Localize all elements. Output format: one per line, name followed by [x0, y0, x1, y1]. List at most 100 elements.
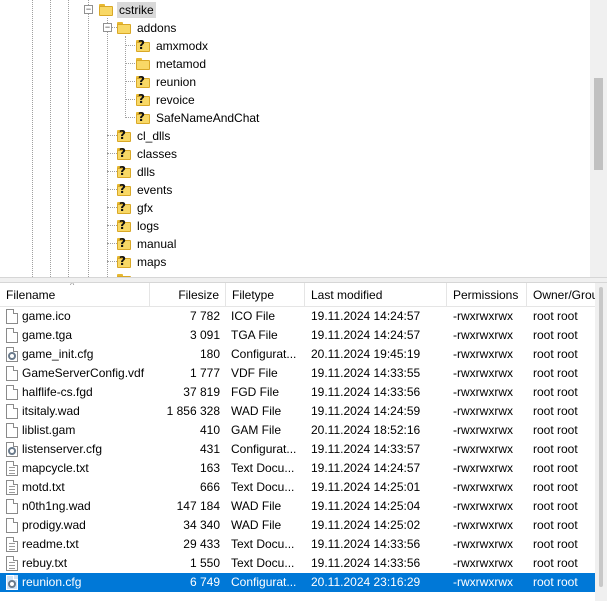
tree-node-gfx[interactable]: ? gfx	[116, 199, 155, 217]
file-type: Text Docu...	[231, 461, 295, 475]
tree-node-classes[interactable]: ? classes	[116, 145, 179, 163]
file-row[interactable]: n0th1ng.wad 147 184 WAD File 19.11.2024 14:…	[0, 497, 595, 516]
file-row[interactable]: game_init.cfg 180 Configurat... 20.11.2024 …	[0, 345, 595, 364]
tree-branch	[125, 117, 135, 118]
file-row[interactable]: game.ico 7 782 ICO File 19.11.2024 14:24:57…	[0, 307, 595, 326]
file-name: game.ico	[22, 309, 71, 323]
file-row[interactable]: listenserver.cfg 431 Configurat... 19.11.20…	[0, 440, 595, 459]
file-owner: root root	[533, 480, 578, 494]
file-type: VDF File	[231, 366, 278, 380]
file-name: GameServerConfig.vdf	[22, 366, 145, 380]
tree-node-label: classes	[137, 147, 178, 161]
file-type: Text Docu...	[231, 556, 295, 570]
folder-open-icon	[98, 3, 114, 17]
file-row[interactable]: liblist.gam 410 GAM File 20.11.2024 18:52:1…	[0, 421, 595, 440]
file-modified: 19.11.2024 14:24:57	[311, 328, 421, 342]
tree-node-metamod[interactable]: metamod	[135, 55, 208, 73]
tree-node-label: dlls	[137, 165, 156, 179]
file-owner: root root	[533, 518, 578, 532]
file-owner: root root	[533, 385, 578, 399]
column-permissions[interactable]: Permissions	[447, 283, 527, 307]
file-modified: 19.11.2024 14:33:56	[311, 385, 421, 399]
file-list-scroll-thumb[interactable]	[599, 287, 603, 587]
file-name: game_init.cfg	[22, 347, 94, 361]
tree-node-safenameandchat[interactable]: ? SafeNameAndChat	[135, 109, 261, 127]
folder-open-icon	[116, 21, 132, 35]
column-filetype[interactable]: Filetype	[226, 283, 305, 307]
file-icon	[6, 385, 18, 400]
column-filename[interactable]: Filename	[0, 283, 150, 307]
tree-node-logs[interactable]: ? logs	[116, 217, 161, 235]
file-row[interactable]: GameServerConfig.vdf 1 777 VDF File 19.11.2…	[0, 364, 595, 383]
folder-unknown-icon: ?	[135, 39, 151, 53]
tree-node-cstrike[interactable]: cstrike	[98, 1, 156, 19]
file-type: ICO File	[231, 309, 276, 323]
tree-branch	[125, 45, 135, 46]
file-permissions: -rwxrwxrwx	[453, 366, 513, 380]
folder-icon	[135, 57, 151, 71]
file-type: Configurat...	[231, 575, 297, 589]
folder-unknown-icon: ?	[116, 201, 132, 215]
tree-guide-line	[125, 36, 126, 118]
tree-node-amxmodx[interactable]: ? amxmodx	[135, 37, 210, 55]
file-row[interactable]: halflife-cs.fgd 37 819 FGD File 19.11.2024 …	[0, 383, 595, 402]
column-last-modified[interactable]: Last modified	[305, 283, 447, 307]
file-type: FGD File	[231, 385, 279, 399]
file-icon	[6, 518, 18, 533]
file-row[interactable]: prodigy.wad 34 340 WAD File 19.11.2024 14:2…	[0, 516, 595, 535]
file-row[interactable]: reunion.cfg 6 749 Configurat... 20.11.2024 …	[0, 573, 595, 592]
tree-guide-line	[88, 0, 89, 277]
file-modified: 19.11.2024 14:24:57	[311, 309, 421, 323]
column-filesize[interactable]: Filesize	[150, 283, 226, 307]
file-owner: root root	[533, 442, 578, 456]
file-owner: root root	[533, 366, 578, 380]
tree-node-cl-dlls[interactable]: ? cl_dlls	[116, 127, 172, 145]
config-file-icon	[6, 347, 18, 362]
file-size: 163	[199, 461, 220, 475]
file-row[interactable]: game.tga 3 091 TGA File 19.11.2024 14:24:57…	[0, 326, 595, 345]
file-permissions: -rwxrwxrwx	[453, 556, 513, 570]
file-owner: root root	[533, 328, 578, 342]
file-size: 6 749	[189, 575, 220, 589]
file-list-scrollbar[interactable]	[595, 283, 607, 601]
tree-scrollbar[interactable]	[590, 0, 607, 277]
file-name: halflife-cs.fgd	[22, 385, 93, 399]
tree-branch	[125, 81, 135, 82]
folder-unknown-icon: ?	[116, 147, 132, 161]
file-type: WAD File	[231, 404, 282, 418]
tree-node-events[interactable]: ? events	[116, 181, 174, 199]
tree-node-addons[interactable]: addons	[116, 19, 178, 37]
file-permissions: -rwxrwxrwx	[453, 385, 513, 399]
file-row[interactable]: readme.txt 29 433 Text Docu... 19.11.2024 1…	[0, 535, 595, 554]
file-size: 1 550	[189, 556, 220, 570]
tree-node-maps[interactable]: ? maps	[116, 253, 168, 271]
file-row[interactable]: rebuy.txt 1 550 Text Docu... 19.11.2024 14:…	[0, 554, 595, 573]
file-icon	[6, 328, 18, 343]
file-icon	[6, 404, 18, 419]
tree-node-manual[interactable]: ? manual	[116, 235, 178, 253]
folder-unknown-icon: ?	[135, 75, 151, 89]
tree-node-label: cl_dlls	[137, 129, 171, 143]
tree-node-revoice[interactable]: ? revoice	[135, 91, 197, 109]
file-type: WAD File	[231, 499, 282, 513]
file-type: TGA File	[231, 328, 278, 342]
file-list[interactable]: ^ Filename Filesize Filetype Last modifi…	[0, 283, 607, 601]
file-icon	[6, 309, 18, 324]
directory-tree[interactable]: − cstrike − addons ? amxmodx metamod ? r…	[0, 0, 607, 277]
collapse-addons-icon[interactable]: −	[103, 23, 112, 32]
column-owner-group[interactable]: Owner/Grou	[527, 283, 595, 307]
file-row[interactable]: mapcycle.txt 163 Text Docu... 19.11.2024 14…	[0, 459, 595, 478]
tree-node-dlls[interactable]: ? dlls	[116, 163, 157, 181]
tree-guide-line	[107, 18, 108, 277]
file-modified: 19.11.2024 14:33:57	[311, 442, 421, 456]
folder-unknown-icon: ?	[135, 93, 151, 107]
tree-node-label: maps	[137, 255, 167, 269]
tree-node-reunion[interactable]: ? reunion	[135, 73, 198, 91]
file-icon	[6, 423, 18, 438]
file-type: Text Docu...	[231, 537, 295, 551]
tree-node-label: logs	[137, 219, 160, 233]
file-row[interactable]: itsitaly.wad 1 856 328 WAD File 19.11.2024 …	[0, 402, 595, 421]
file-row[interactable]: motd.txt 666 Text Docu... 19.11.2024 14:25:…	[0, 478, 595, 497]
tree-scroll-thumb[interactable]	[594, 78, 603, 170]
collapse-cstrike-icon[interactable]: −	[84, 5, 93, 14]
